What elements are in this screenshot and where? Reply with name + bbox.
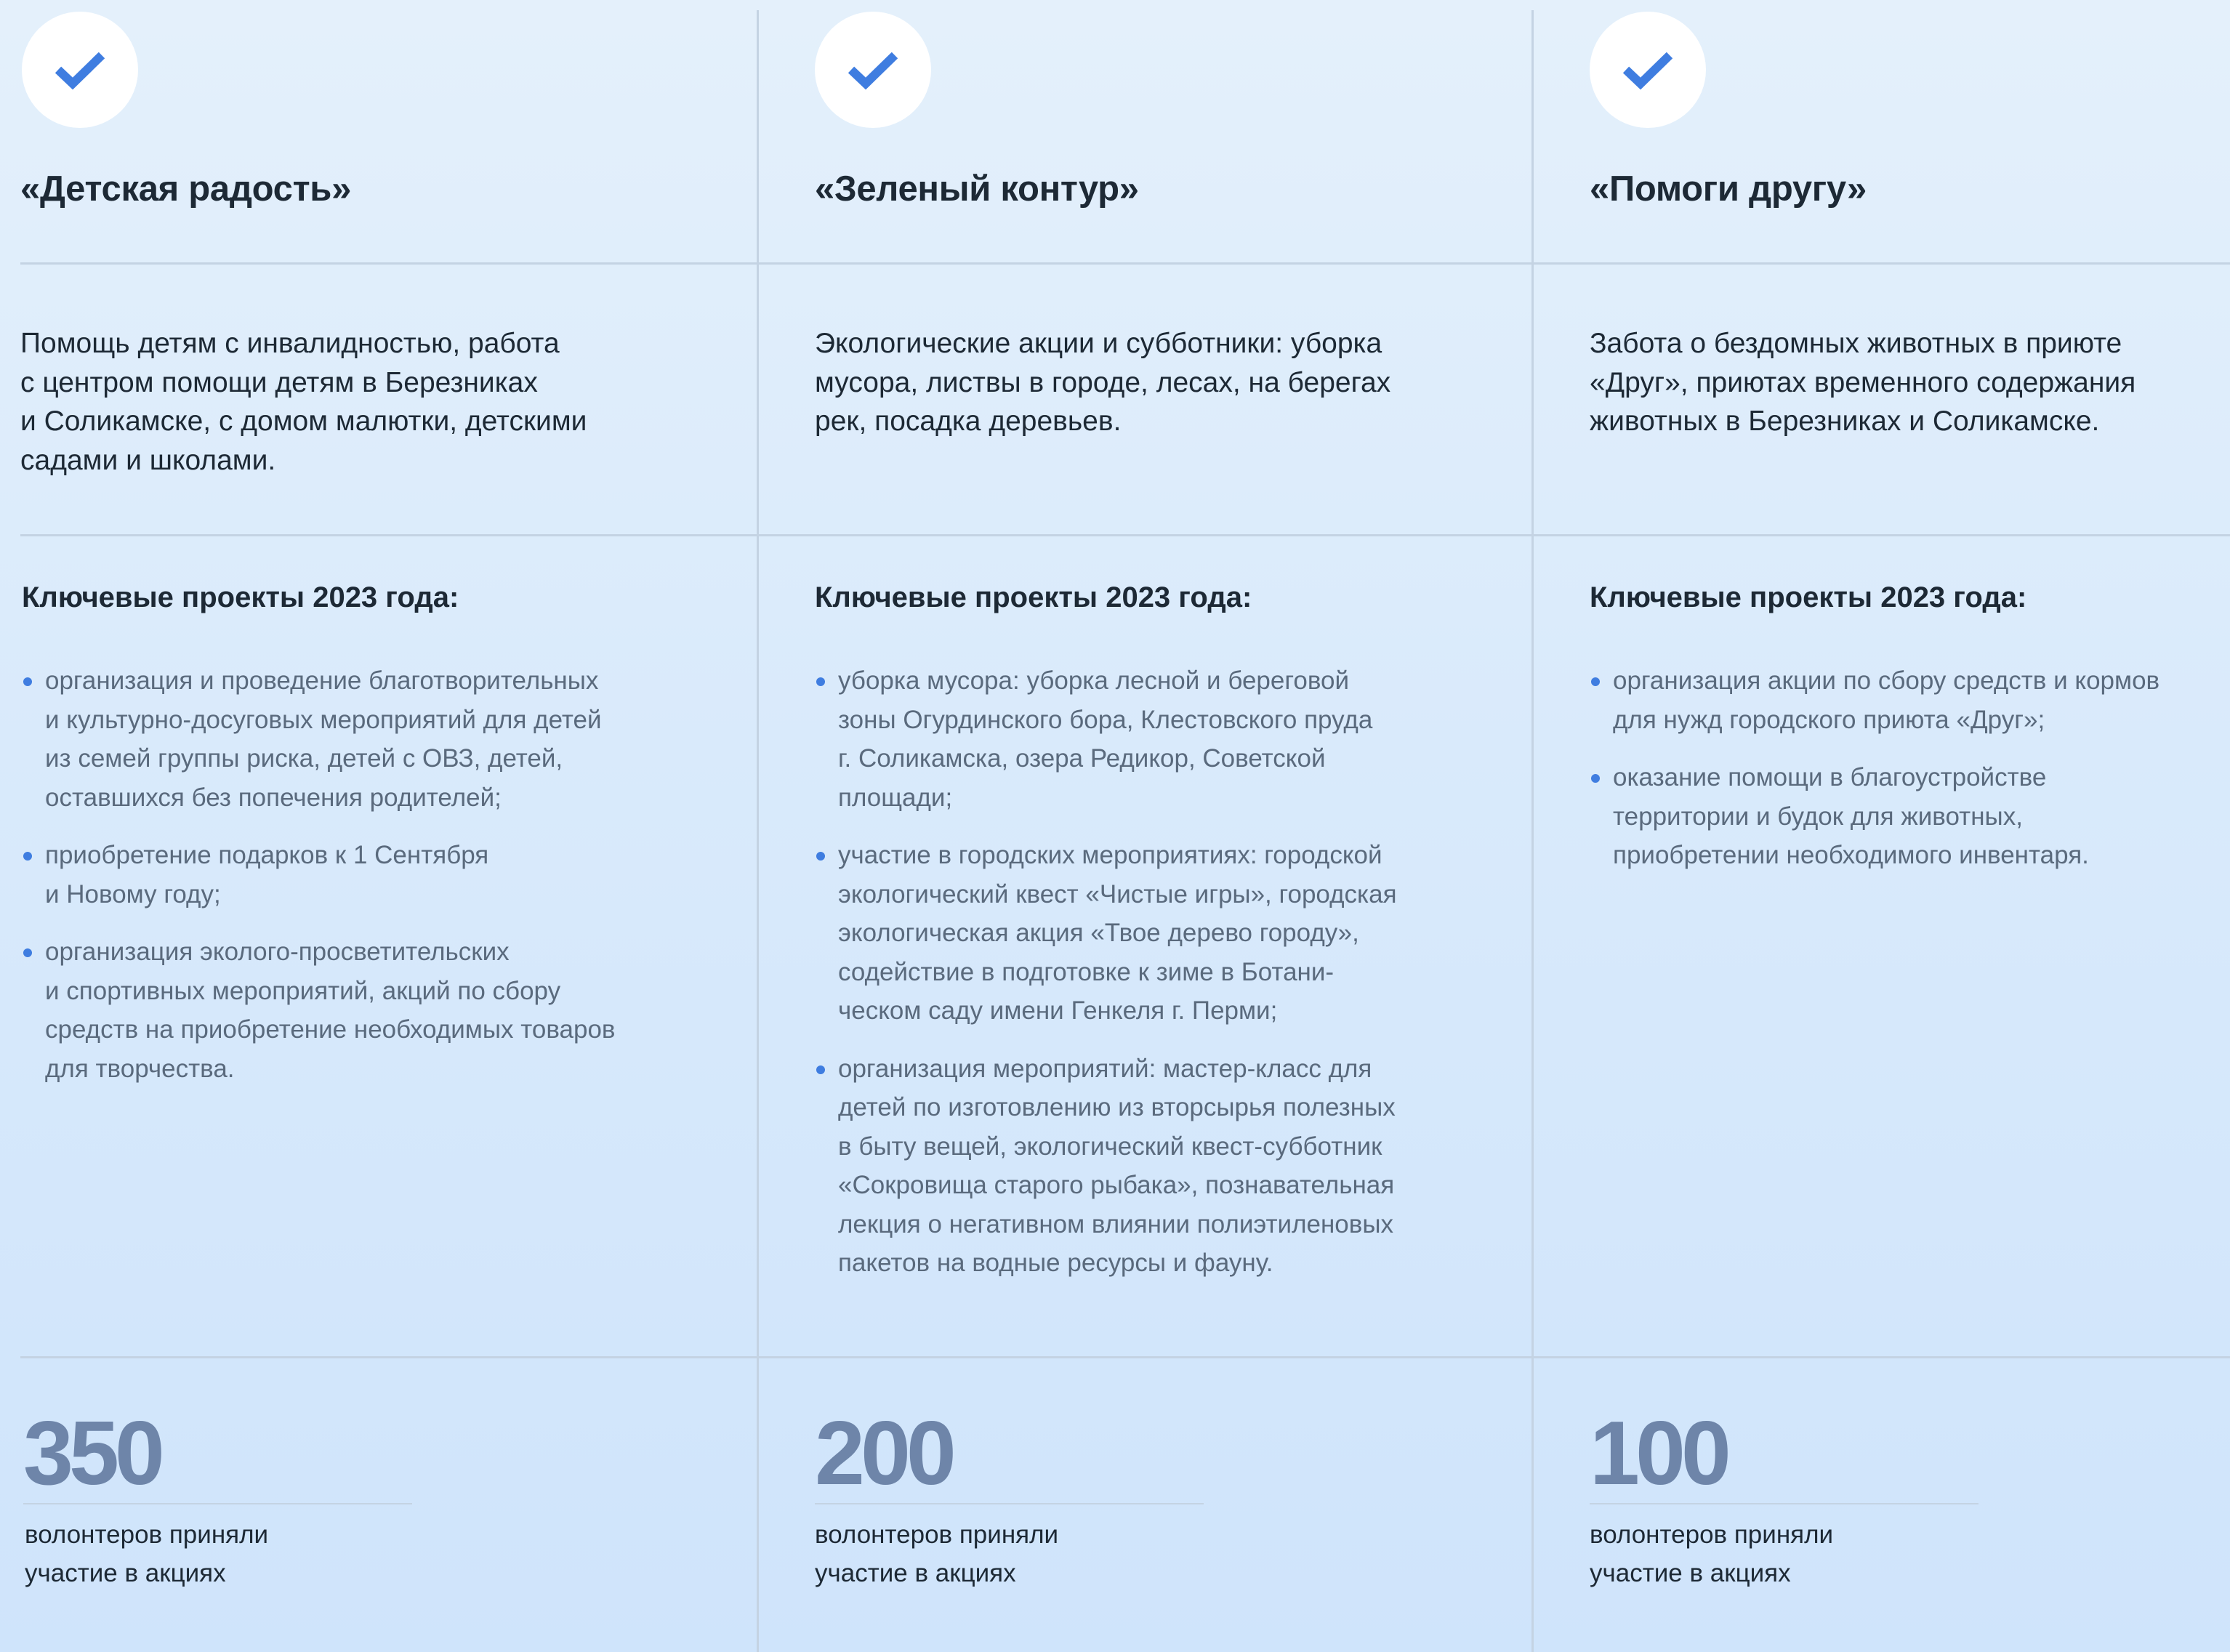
checkmark-icon <box>1622 52 1673 90</box>
checkmark-icon <box>55 52 105 90</box>
program-description: Забота о бездомных животных в приюте «Др… <box>1590 328 2136 437</box>
projects-list: организация акции по сбору средств и кор… <box>1590 661 2159 894</box>
projects-heading: Ключевые проекты 2023 года: <box>1590 581 2027 613</box>
bullet-icon <box>23 948 32 957</box>
volunteer-label: волонтеров приняли участие в акциях <box>25 1520 269 1587</box>
bullet-icon <box>23 677 32 686</box>
project-text: организация мероприятий: мастер-класс дл… <box>838 1054 1396 1278</box>
bullet-icon <box>816 677 825 686</box>
check-badge <box>815 12 931 128</box>
volunteer-count: 100 <box>1590 1403 1731 1504</box>
program-title: «Детская радость» <box>20 169 352 209</box>
program-column: «Помоги другу» Забота о бездомных животн… <box>1590 0 2230 1652</box>
column-divider <box>1531 10 1534 1652</box>
projects-heading: Ключевые проекты 2023 года: <box>22 581 459 613</box>
program-column: «Зеленый контур» Экологические акции и с… <box>815 0 1513 1652</box>
volunteer-count: 200 <box>815 1403 957 1504</box>
volunteer-label: волонтеров приняли участие в акциях <box>815 1520 1059 1587</box>
stat-divider <box>1590 1503 1979 1504</box>
volunteer-label: волонтеров приняли участие в акциях <box>1590 1520 1834 1587</box>
project-item: организация эколого-просветительских и с… <box>22 932 616 1088</box>
projects-list: организация и проведение благотворительн… <box>22 661 616 1107</box>
projects-heading: Ключевые проекты 2023 года: <box>815 581 1252 613</box>
bullet-icon <box>1591 677 1600 686</box>
program-column: «Детская радость» Помощь детям с инвалид… <box>20 0 747 1652</box>
program-description: Экологические акции и субботники: уборка… <box>815 328 1391 437</box>
project-text: участие в городских мероприятиях: городс… <box>838 841 1397 1025</box>
project-item: организация мероприятий: мастер-класс дл… <box>815 1049 1397 1283</box>
stat-divider <box>23 1503 412 1504</box>
bullet-icon <box>23 852 32 861</box>
volunteer-count: 350 <box>23 1403 165 1504</box>
bullet-icon <box>816 852 825 861</box>
project-item: уборка мусора: уборка лесной и береговой… <box>815 661 1397 817</box>
project-text: оказание помощи в благоустройстве террит… <box>1613 763 2089 869</box>
program-title: «Помоги другу» <box>1590 169 1867 209</box>
project-item: участие в городских мероприятиях: городс… <box>815 836 1397 1031</box>
project-text: уборка мусора: уборка лесной и береговой… <box>838 666 1373 812</box>
project-text: организация и проведение благотворительн… <box>45 666 602 812</box>
bullet-icon <box>816 1065 825 1074</box>
column-divider <box>757 10 759 1652</box>
project-item: организация акции по сбору средств и кор… <box>1590 661 2159 739</box>
checkmark-icon <box>848 52 898 90</box>
project-text: организация акции по сбору средств и кор… <box>1613 666 2160 734</box>
check-badge <box>22 12 138 128</box>
project-text: приобретение подарков к 1 Сентября и Нов… <box>45 841 489 908</box>
program-title: «Зеленый контур» <box>815 169 1139 209</box>
check-badge <box>1590 12 1706 128</box>
project-item: приобретение подарков к 1 Сентября и Нов… <box>22 836 616 914</box>
project-text: организация эколого-просветительских и с… <box>45 938 616 1083</box>
bullet-icon <box>1591 774 1600 783</box>
project-item: оказание помощи в благоустройстве террит… <box>1590 758 2159 875</box>
program-description: Помощь детям с инвалидностью, работа с ц… <box>20 328 587 476</box>
stat-divider <box>815 1503 1204 1504</box>
project-item: организация и проведение благотворительн… <box>22 661 616 817</box>
projects-list: уборка мусора: уборка лесной и береговой… <box>815 661 1397 1302</box>
